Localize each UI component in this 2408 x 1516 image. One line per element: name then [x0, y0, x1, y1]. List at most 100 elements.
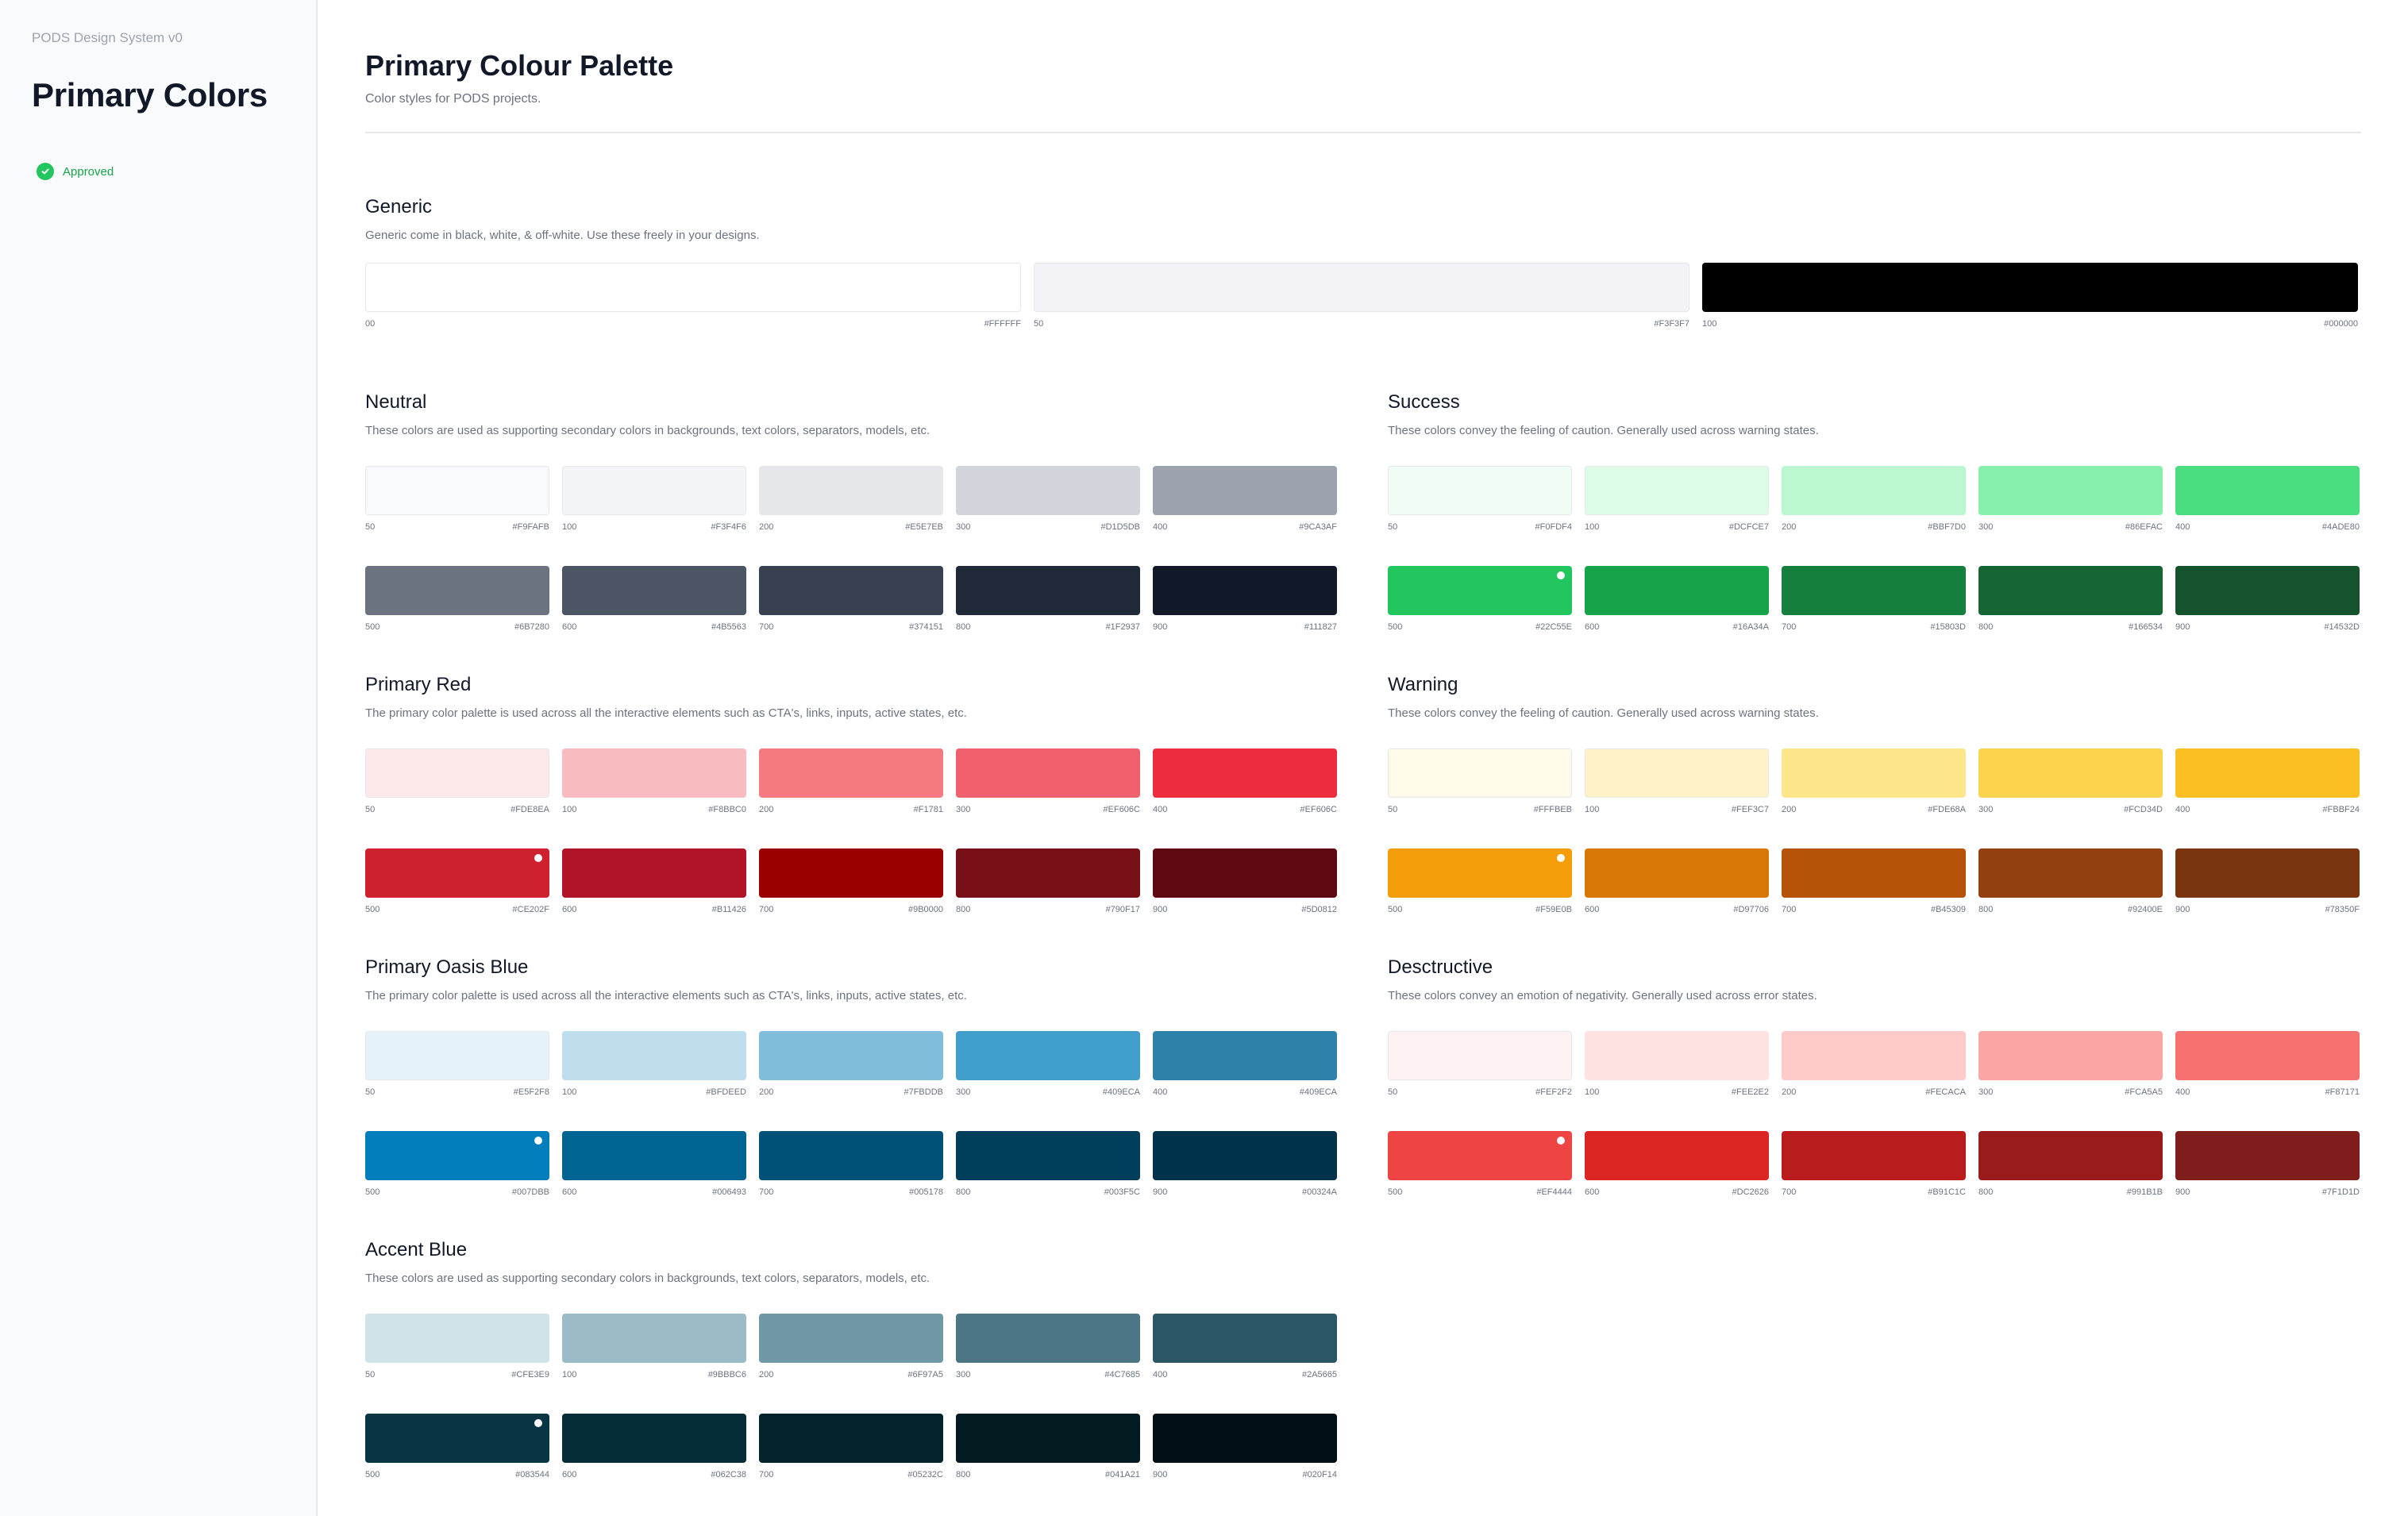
color-swatch[interactable]	[1388, 566, 1572, 615]
section-description: The primary color palette is used across…	[365, 706, 967, 720]
color-swatch[interactable]	[2175, 466, 2360, 515]
color-swatch[interactable]	[1388, 1031, 1572, 1080]
color-swatch[interactable]	[1978, 466, 2163, 515]
swatch-meta: 50 #F0FDF4	[1388, 521, 1572, 533]
color-swatch[interactable]	[562, 1031, 746, 1080]
color-swatch[interactable]	[562, 748, 746, 798]
color-swatch[interactable]	[1978, 1031, 2163, 1080]
color-swatch[interactable]	[1585, 748, 1769, 798]
color-swatch[interactable]	[2175, 848, 2360, 898]
color-swatch[interactable]	[1782, 466, 1966, 515]
color-swatch[interactable]	[1978, 848, 2163, 898]
color-swatch[interactable]	[365, 1314, 549, 1363]
swatch-meta: 800 #790F17	[956, 904, 1140, 915]
swatch-hex: #86EFAC	[2125, 522, 2163, 532]
swatch-hex: #4ADE80	[2321, 522, 2360, 532]
color-swatch-card: 50 #FEF2F2	[1388, 1031, 1572, 1098]
color-swatch[interactable]	[1978, 748, 2163, 798]
color-swatch[interactable]	[2175, 566, 2360, 615]
color-swatch[interactable]	[562, 566, 746, 615]
color-swatch[interactable]	[1782, 1131, 1966, 1180]
color-swatch[interactable]	[2175, 1131, 2360, 1180]
color-swatch[interactable]	[1782, 566, 1966, 615]
header-divider	[365, 132, 2361, 133]
color-swatch[interactable]	[1978, 566, 2163, 615]
color-swatch[interactable]	[759, 566, 943, 615]
color-swatch[interactable]	[365, 466, 549, 515]
color-swatch[interactable]	[956, 566, 1140, 615]
swatch-meta: 500 #6B7280	[365, 621, 549, 633]
color-swatch[interactable]	[1153, 1314, 1337, 1363]
color-swatch[interactable]	[759, 1031, 943, 1080]
color-swatch[interactable]	[1782, 848, 1966, 898]
color-swatch[interactable]	[1153, 566, 1337, 615]
color-swatch[interactable]	[1388, 1131, 1572, 1180]
color-swatch[interactable]	[562, 1414, 746, 1463]
color-swatch[interactable]	[365, 1414, 549, 1463]
swatch-meta: 700 #05232C	[759, 1469, 943, 1480]
color-swatch[interactable]	[956, 1031, 1140, 1080]
swatch-hex: #D1D5DB	[1100, 522, 1140, 532]
section-title: Accent Blue	[365, 1239, 468, 1260]
color-swatch[interactable]	[1782, 748, 1966, 798]
color-swatch[interactable]	[1782, 1031, 1966, 1080]
swatch-hex: #F87171	[2325, 1087, 2360, 1097]
color-swatch[interactable]	[1388, 848, 1572, 898]
color-swatch[interactable]	[1153, 1131, 1337, 1180]
color-swatch[interactable]	[365, 748, 549, 798]
swatch-step: 500	[365, 1187, 380, 1197]
page-title: Primary Colour Palette	[365, 49, 674, 82]
color-swatch-card: 500 #CE202F	[365, 848, 549, 915]
color-swatch-card: 800 #92400E	[1978, 848, 2163, 915]
color-swatch[interactable]	[759, 748, 943, 798]
color-swatch[interactable]	[956, 1314, 1140, 1363]
color-swatch[interactable]	[562, 848, 746, 898]
color-swatch[interactable]	[1153, 1414, 1337, 1463]
color-swatch[interactable]	[956, 1414, 1140, 1463]
color-swatch[interactable]	[1153, 466, 1337, 515]
color-swatch[interactable]	[2175, 748, 2360, 798]
color-swatch[interactable]	[759, 1131, 943, 1180]
color-swatch[interactable]	[365, 848, 549, 898]
swatch-step: 900	[1153, 905, 1168, 914]
color-swatch[interactable]	[1153, 748, 1337, 798]
color-swatch[interactable]	[759, 1414, 943, 1463]
swatch-meta: 400 #FBBF24	[2175, 804, 2360, 815]
color-swatch[interactable]	[1388, 748, 1572, 798]
color-swatch[interactable]	[1585, 848, 1769, 898]
color-swatch[interactable]	[956, 848, 1140, 898]
color-swatch[interactable]	[956, 748, 1140, 798]
color-swatch[interactable]	[956, 466, 1140, 515]
color-swatch[interactable]	[759, 1314, 943, 1363]
color-swatch-card: 50 #FDE8EA	[365, 748, 549, 815]
color-swatch-card: 50 #CFE3E9	[365, 1314, 549, 1380]
color-swatch[interactable]	[956, 1131, 1140, 1180]
swatch-hex: #FEE2E2	[1731, 1087, 1769, 1097]
color-swatch[interactable]	[1585, 466, 1769, 515]
color-swatch[interactable]	[759, 466, 943, 515]
color-swatch[interactable]	[562, 1314, 746, 1363]
swatch-step: 50	[365, 522, 376, 532]
color-swatch[interactable]	[1702, 263, 2358, 312]
check-circle-icon	[37, 163, 54, 180]
color-swatch[interactable]	[1153, 1031, 1337, 1080]
color-swatch[interactable]	[1978, 1131, 2163, 1180]
swatch-step: 500	[365, 622, 380, 632]
color-swatch[interactable]	[1034, 263, 1689, 312]
color-swatch[interactable]	[365, 566, 549, 615]
color-swatch[interactable]	[365, 1131, 549, 1180]
page-subtitle: Color styles for PODS projects.	[365, 92, 541, 106]
color-swatch[interactable]	[2175, 1031, 2360, 1080]
color-swatch[interactable]	[1585, 1131, 1769, 1180]
color-swatch[interactable]	[1585, 566, 1769, 615]
color-swatch[interactable]	[1153, 848, 1337, 898]
swatch-step: 900	[1153, 1187, 1168, 1197]
color-swatch[interactable]	[759, 848, 943, 898]
color-swatch[interactable]	[1388, 466, 1572, 515]
color-swatch[interactable]	[365, 1031, 549, 1080]
color-swatch[interactable]	[562, 466, 746, 515]
color-swatch[interactable]	[562, 1131, 746, 1180]
color-swatch[interactable]	[365, 263, 1021, 312]
swatch-hex: #CFE3E9	[511, 1370, 549, 1379]
color-swatch[interactable]	[1585, 1031, 1769, 1080]
